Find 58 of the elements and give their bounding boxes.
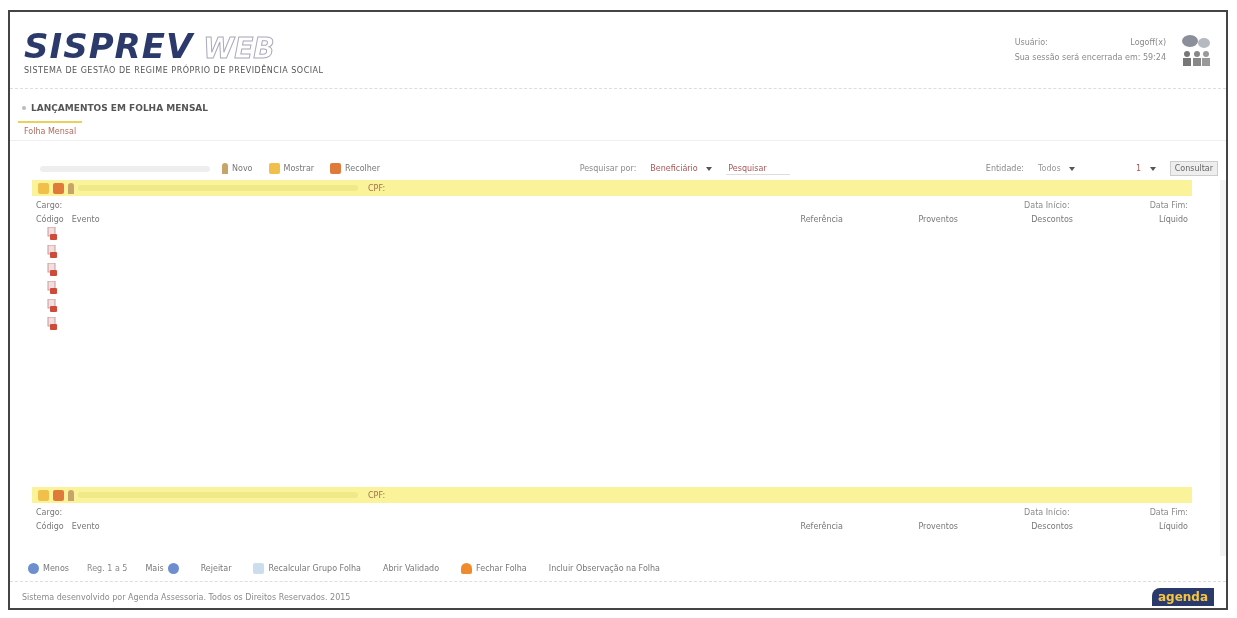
column-header: Evento (71, 522, 100, 531)
tab[interactable]: Folha Mensal (18, 121, 83, 140)
column-header: Código (36, 215, 64, 224)
footer-button[interactable]: Fechar Folha (457, 562, 531, 575)
toolbar-button[interactable]: Recolher (326, 162, 385, 175)
caret-icon (706, 166, 713, 171)
footer-button[interactable]: Mais (141, 562, 183, 575)
end-date-label: Data Fim: (1149, 201, 1188, 210)
user-label: Usuário: (1014, 38, 1048, 47)
page-dropdown[interactable]: 1 (1130, 163, 1162, 174)
filter-label: Entidade: (985, 164, 1025, 173)
footer-button[interactable]: Incluir Observação na Folha (544, 563, 664, 574)
column-header: Proventos (917, 522, 958, 531)
column-header: Evento (71, 215, 100, 224)
search-field[interactable]: Pesquisar (726, 162, 791, 175)
column-header: Líquido (1157, 215, 1188, 224)
start-date-label: Data Início: (1024, 508, 1070, 517)
column-header: Descontos (1030, 522, 1073, 531)
document-lock-icon[interactable] (46, 298, 58, 312)
bullet-icon (22, 106, 26, 110)
logo-suffix: WEB (203, 31, 275, 65)
copyright-text: Sistema desenvolvido por Agenda Assessoria. Todos os Direitos Reservados. 2015 (22, 592, 351, 602)
logo-text: SISPREV (24, 25, 194, 66)
logo-subtitle: SISTEMA DE GESTÃO DE REGIME PRÓPRIO DE PREVIDÊNCIA SOCIAL (24, 65, 324, 75)
column-header: Líquido (1157, 522, 1188, 531)
cargo-label: Cargo: (36, 508, 63, 517)
cargo-label: Cargo: (36, 201, 63, 210)
cpf-label: CPF: (368, 183, 386, 193)
footer-button[interactable]: Menos (24, 562, 73, 575)
brand-logo: agenda (1151, 588, 1214, 606)
end-date-label: Data Fim: (1149, 508, 1188, 517)
search-label: Pesquisar por: (579, 164, 637, 173)
footer-button[interactable]: Recalcular Grupo Folha (249, 562, 365, 575)
document-lock-icon[interactable] (46, 244, 58, 258)
search-by-dropdown[interactable]: Beneficiário (644, 163, 719, 174)
column-header: Código (36, 522, 64, 531)
column-header: Descontos (1030, 215, 1073, 224)
footer-button[interactable]: Rejeitar (196, 563, 236, 574)
toolbar-button[interactable]: Mostrar (264, 162, 319, 175)
start-date-label: Data Início: (1024, 201, 1070, 210)
footer-button[interactable]: Abrir Validado (379, 563, 444, 574)
consultar-button[interactable]: Consultar (1169, 161, 1218, 176)
caret-icon (1069, 166, 1076, 171)
logoff-link[interactable]: Logoff(x) (1130, 38, 1166, 47)
record-range: Reg. 1 a 5 (86, 564, 128, 573)
column-header: Referência (799, 215, 843, 224)
document-lock-icon[interactable] (46, 280, 58, 294)
column-header: Proventos (917, 215, 958, 224)
document-lock-icon[interactable] (46, 262, 58, 276)
toolbar-button[interactable]: Novo (218, 162, 257, 175)
caret-icon (1149, 166, 1156, 171)
column-header: Referência (799, 522, 843, 531)
filter-dropdown[interactable]: Todos (1032, 163, 1123, 174)
session-timer: Sua sessão será encerrada em: 59:24 (1014, 53, 1166, 62)
page-title: LANÇAMENTOS EM FOLHA MENSAL (31, 103, 209, 113)
document-lock-icon[interactable] (46, 226, 58, 240)
cpf-label: CPF: (368, 490, 386, 500)
document-lock-icon[interactable] (46, 316, 58, 330)
